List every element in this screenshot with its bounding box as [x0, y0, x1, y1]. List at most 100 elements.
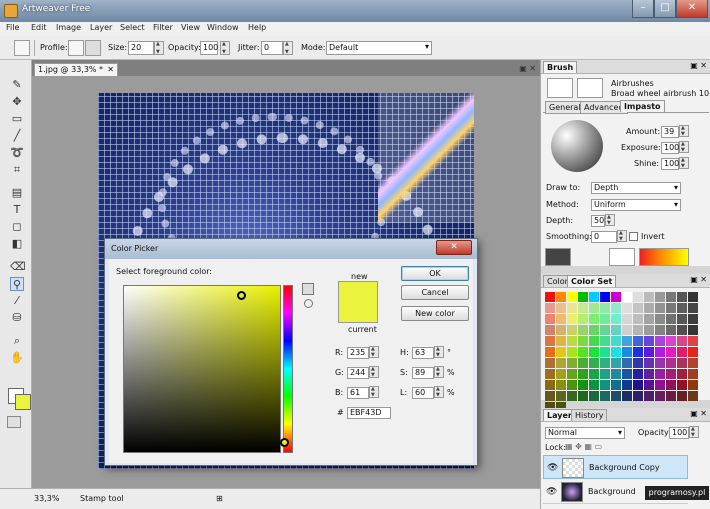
color-swatch[interactable]	[545, 380, 555, 390]
shape-tool-icon[interactable]: ◻	[10, 220, 24, 234]
color-swatch[interactable]	[666, 347, 676, 357]
color-swatch[interactable]	[644, 314, 654, 324]
color-swatch[interactable]	[688, 325, 698, 335]
texture-preview[interactable]	[545, 248, 571, 266]
light-direction-dial[interactable]	[551, 120, 603, 172]
color-swatch[interactable]	[545, 314, 555, 324]
l-input[interactable]: 60	[412, 387, 434, 399]
menu-file[interactable]: File	[6, 23, 19, 32]
exposure-input[interactable]: 100	[661, 142, 679, 154]
menu-view[interactable]: View	[181, 23, 200, 32]
color-swatch[interactable]	[611, 314, 621, 324]
color-swatch[interactable]	[644, 325, 654, 335]
pen-tool-icon[interactable]: ╱	[10, 129, 24, 143]
color-swatch[interactable]	[677, 303, 687, 313]
color-swatch[interactable]	[633, 292, 643, 302]
color-swatch[interactable]	[589, 336, 599, 346]
color-swatch[interactable]	[545, 369, 555, 379]
dialog-close-button[interactable]: ✕	[436, 240, 472, 255]
color-swatch[interactable]	[688, 347, 698, 357]
color-swatch[interactable]	[655, 380, 665, 390]
r-input[interactable]: 235	[347, 347, 369, 359]
color-swatch[interactable]	[611, 391, 621, 401]
blend-mode-select[interactable]: Normal	[545, 427, 625, 439]
stamp-tool-icon[interactable]	[14, 40, 30, 56]
size-input[interactable]: 20	[128, 41, 154, 55]
shine-stepper[interactable]	[679, 157, 689, 169]
color-swatch[interactable]	[578, 303, 588, 313]
color-swatch[interactable]	[589, 391, 599, 401]
grain-preview[interactable]	[609, 248, 635, 266]
ok-button[interactable]: OK	[401, 266, 469, 281]
brush-panel-tab[interactable]: Brush	[543, 61, 578, 73]
color-swatch-grid[interactable]	[545, 292, 698, 412]
color-swatch[interactable]	[600, 347, 610, 357]
color-swatch[interactable]	[600, 391, 610, 401]
r-stepper[interactable]	[369, 346, 379, 358]
color-swatch[interactable]	[655, 336, 665, 346]
foreground-color-swatch[interactable]	[15, 394, 31, 410]
color-swatch[interactable]	[644, 380, 654, 390]
s-stepper[interactable]	[434, 366, 444, 378]
color-swatch[interactable]	[677, 391, 687, 401]
color-swatch[interactable]	[655, 292, 665, 302]
tab-color-set[interactable]: Color Set	[567, 275, 617, 287]
web-colors-icon[interactable]	[304, 299, 313, 308]
color-swatch[interactable]	[567, 369, 577, 379]
rect-select-tool-icon[interactable]: ▭	[10, 112, 24, 126]
eraser-tool-icon[interactable]: ⌫	[10, 260, 26, 274]
color-swatch[interactable]	[622, 325, 632, 335]
color-swatch[interactable]	[677, 336, 687, 346]
crop-tool-icon[interactable]: ⌗	[10, 163, 24, 177]
amount-input[interactable]: 39	[661, 126, 679, 138]
color-swatch[interactable]	[622, 314, 632, 324]
color-swatch[interactable]	[688, 380, 698, 390]
color-swatch[interactable]	[611, 380, 621, 390]
hand-tool-icon[interactable]: ✋	[10, 351, 24, 365]
exposure-stepper[interactable]	[679, 141, 689, 153]
tab-general[interactable]: General	[545, 101, 585, 114]
color-swatch[interactable]	[644, 369, 654, 379]
color-swatch[interactable]	[677, 325, 687, 335]
panel-controls-icon[interactable]: ▣ ✕	[690, 409, 707, 418]
color-swatch[interactable]	[545, 391, 555, 401]
sv-cursor[interactable]	[237, 291, 246, 300]
color-swatch[interactable]	[600, 292, 610, 302]
fill-tool-icon[interactable]: ▤	[10, 186, 24, 200]
document-tab[interactable]: 1.jpg @ 33,3% * ✕	[34, 63, 118, 76]
color-swatch[interactable]	[688, 391, 698, 401]
close-window-button[interactable]: ✕	[676, 0, 708, 18]
color-swatch[interactable]	[567, 358, 577, 368]
color-swatch[interactable]	[556, 369, 566, 379]
depth-input[interactable]: 50	[591, 215, 605, 227]
h-input[interactable]: 63	[412, 347, 434, 359]
draw-to-select[interactable]: Depth	[591, 182, 681, 194]
color-swatch[interactable]	[688, 303, 698, 313]
color-swatch[interactable]	[633, 347, 643, 357]
menu-image[interactable]: Image	[56, 23, 81, 32]
menu-select[interactable]: Select	[120, 23, 145, 32]
color-swatch[interactable]	[666, 325, 676, 335]
visibility-eye-icon[interactable]: 👁	[547, 463, 558, 473]
color-swatch[interactable]	[545, 358, 555, 368]
color-swatch[interactable]	[611, 292, 621, 302]
color-swatch[interactable]	[600, 314, 610, 324]
color-swatch[interactable]	[611, 358, 621, 368]
color-swatch[interactable]	[666, 369, 676, 379]
color-swatch[interactable]	[644, 303, 654, 313]
smoothing-stepper[interactable]	[617, 230, 627, 242]
color-swatch[interactable]	[644, 336, 654, 346]
method-select[interactable]: Uniform	[591, 199, 681, 211]
color-swatch[interactable]	[589, 358, 599, 368]
color-swatch[interactable]	[677, 314, 687, 324]
bucket-tool-icon[interactable]: ⛁	[10, 311, 24, 325]
color-swatch[interactable]	[600, 380, 610, 390]
color-swatch[interactable]	[633, 314, 643, 324]
g-stepper[interactable]	[369, 366, 379, 378]
color-swatch[interactable]	[633, 358, 643, 368]
color-swatch[interactable]	[589, 347, 599, 357]
color-swatch[interactable]	[611, 347, 621, 357]
color-swatch[interactable]	[545, 347, 555, 357]
visibility-eye-icon[interactable]: 👁	[546, 487, 557, 497]
color-swatch[interactable]	[677, 369, 687, 379]
